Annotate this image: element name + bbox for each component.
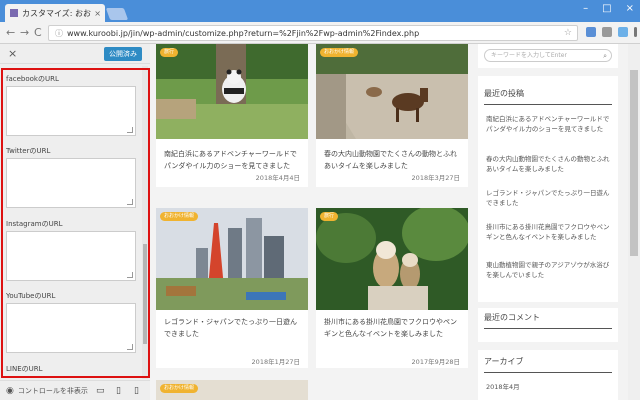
extension-icon[interactable]: [618, 27, 628, 37]
maximize-icon[interactable]: □: [602, 3, 611, 14]
category-badge: 旅行: [160, 48, 179, 57]
tab-close-icon[interactable]: ×: [94, 9, 101, 18]
mobile-preview-icon[interactable]: ▯: [134, 386, 139, 396]
extension-icon[interactable]: [602, 27, 612, 37]
recent-posts-title: 最近の投稿: [484, 89, 524, 98]
new-tab-button[interactable]: [105, 8, 129, 20]
search-widget: キーワードを入力してEnter ⌕: [478, 44, 618, 68]
post-date: 2018年1月27日: [251, 358, 300, 366]
window-controls: – □ ×: [583, 3, 634, 14]
post-date: 2018年3月27日: [411, 174, 460, 182]
address-bar[interactable]: ⓘ www.kuroobi.jp/jin/wp-admin/customize.…: [48, 25, 578, 41]
post-thumbnail: 旅行: [156, 44, 308, 139]
preview-scrollbar[interactable]: [628, 44, 640, 400]
blog-sidebar: キーワードを入力してEnter ⌕ 最近の投稿 南紀白浜にあるアドベンチャーワー…: [478, 44, 626, 400]
recent-post-link[interactable]: レゴランド・ジャパンでたっぷり一日遊んできました: [486, 188, 610, 208]
reload-icon[interactable]: C: [34, 26, 42, 39]
pony-photo: [316, 44, 468, 139]
search-icon[interactable]: ⌕: [603, 50, 607, 62]
recent-post-link[interactable]: 掛川市にある掛川花鳥園でフクロウやペンギンと色んなイベントを楽しみました: [486, 222, 610, 242]
desktop-preview-icon[interactable]: ▭: [96, 386, 105, 396]
menu-dots-icon[interactable]: [634, 27, 637, 37]
panda-photo: [156, 44, 308, 139]
post-title[interactable]: レゴランド・ジャパンでたっぷり一日遊んできました: [164, 316, 302, 340]
category-badge: おおかけ情報: [160, 212, 199, 221]
browser-tab[interactable]: カスタマイズ: おおかけ日記 ×: [5, 4, 105, 22]
archives-title: アーカイブ: [484, 357, 524, 366]
recent-comments-widget: 最近のコメント: [478, 308, 618, 342]
forward-arrow-icon[interactable]: →: [20, 26, 29, 39]
recent-posts-widget: 最近の投稿 南紀白浜にあるアドベンチャーワールドでパンダやイル力のショーを見てき…: [478, 76, 618, 302]
search-placeholder: キーワードを入力してEnter: [491, 52, 567, 59]
category-badge: おおかけ情報: [320, 48, 359, 57]
post-title[interactable]: 南紀白浜にあるアドベンチャーワールドでパンダやイル力のショーを見てきました: [164, 148, 302, 172]
back-arrow-icon[interactable]: ←: [6, 26, 15, 39]
recent-post-link[interactable]: 南紀白浜にあるアドベンチャーワールドでパンダやイル力のショーを見てきました: [486, 114, 610, 134]
post-thumbnail: おおかけ情報: [156, 208, 308, 310]
bookmark-star-icon[interactable]: ☆: [564, 28, 572, 38]
post-date: 2018年4月4日: [255, 174, 300, 182]
minimize-icon[interactable]: –: [583, 3, 588, 14]
tab-favicon-icon: [10, 9, 18, 17]
post-thumbnail: おおかけ情報: [316, 44, 468, 139]
customizer-sidebar: × 公開済み facebookのURL TwitterのURL Instagra…: [0, 44, 150, 400]
post-card[interactable]: 旅行 掛川市にある掛川花鳥園でフクロウやペンギンと色んなイベントを楽しみました …: [316, 208, 468, 368]
category-badge: 旅行: [320, 212, 339, 221]
post-card[interactable]: おおかけ情報 春の大内山動物園でたくさんの動物とふれあいタイムを楽しみました 2…: [316, 44, 468, 187]
recent-post-link[interactable]: 東山動植物園で親子のアジアゾウが水浴びを楽しんでいました: [486, 260, 610, 280]
hide-controls-label[interactable]: コントロールを非表示: [18, 386, 88, 396]
browser-toolbar: ← → C ⓘ www.kuroobi.jp/jin/wp-admin/cust…: [0, 22, 640, 44]
post-card[interactable]: おおかけ情報: [156, 380, 308, 400]
preview-scrollbar-thumb[interactable]: [630, 70, 638, 256]
post-title[interactable]: 掛川市にある掛川花鳥園でフクロウやペンギンと色んなイベントを楽しみました: [324, 316, 462, 340]
screenshot-root: カスタマイズ: おおかけ日記 × – □ × ← → C ⓘ www.kuroo…: [0, 0, 640, 400]
page-info-icon[interactable]: ⓘ: [55, 28, 63, 39]
post-date: 2017年9月28日: [411, 358, 460, 366]
archives-widget: アーカイブ 2018年4月: [478, 350, 618, 400]
customizer-footer: ◉ コントロールを非表示 ▭ ▯ ▯: [0, 380, 150, 400]
owl-photo: [316, 208, 468, 310]
post-card[interactable]: 旅行 南紀白浜にあるアドベンチャーワールドでパンダやイル力のショーを見てきました…: [156, 44, 308, 187]
category-badge: おおかけ情報: [160, 384, 199, 393]
close-customizer-icon[interactable]: ×: [8, 47, 17, 60]
hide-controls-icon[interactable]: ◉: [6, 386, 14, 396]
post-title[interactable]: 春の大内山動物園でたくさんの動物とふれあいタイムを楽しみました: [324, 148, 462, 172]
post-thumbnail: おおかけ情報: [156, 380, 308, 400]
customizer-header: × 公開済み: [0, 44, 150, 64]
extension-icons: [586, 27, 637, 37]
archive-link[interactable]: 2018年4月: [486, 382, 610, 392]
recent-posts-divider: [484, 104, 612, 105]
window-close-icon[interactable]: ×: [626, 3, 634, 14]
site-preview: 旅行 南紀白浜にあるアドベンチャーワールドでパンダやイル力のショーを見てきました…: [150, 44, 640, 400]
browser-titlebar: カスタマイズ: おおかけ日記 × – □ ×: [0, 0, 640, 22]
tab-title: カスタマイズ: おおかけ日記: [22, 8, 91, 18]
post-thumbnail: 旅行: [316, 208, 468, 310]
recent-comments-divider: [484, 328, 612, 329]
address-url: www.kuroobi.jp/jin/wp-admin/customize.ph…: [67, 28, 420, 38]
archives-divider: [484, 372, 612, 373]
publish-button[interactable]: 公開済み: [104, 47, 142, 61]
tablet-preview-icon[interactable]: ▯: [116, 386, 121, 396]
legoland-photo: [156, 208, 308, 310]
highlight-frame: [1, 68, 150, 378]
post-card[interactable]: おおかけ情報 レゴランド・ジャパンでたっぷり一日遊んできました 2018年1月2…: [156, 208, 308, 368]
search-input[interactable]: キーワードを入力してEnter ⌕: [484, 49, 612, 62]
extension-icon[interactable]: [586, 27, 596, 37]
recent-post-link[interactable]: 春の大内山動物園でたくさんの動物とふれあいタイムを楽しみました: [486, 154, 610, 174]
recent-comments-title: 最近のコメント: [484, 313, 540, 322]
